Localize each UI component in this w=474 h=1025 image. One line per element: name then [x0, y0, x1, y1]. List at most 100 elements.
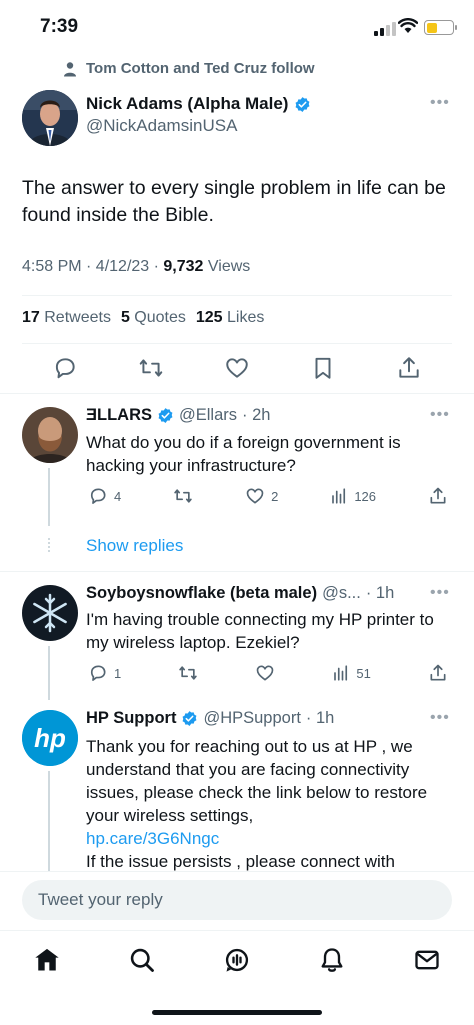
share-icon[interactable]: [428, 663, 448, 683]
quotes-label: Quotes: [129, 309, 186, 326]
more-options-icon[interactable]: •••: [430, 709, 450, 727]
likes-count: 125: [195, 309, 223, 326]
tweet-stats: 17 Retweets 5 Quotes 125 Likes: [22, 309, 264, 327]
reply-text-block: Thank you for reaching out to us at HP ,…: [86, 735, 456, 871]
more-options-icon[interactable]: •••: [430, 406, 450, 424]
reply-icon: [90, 665, 106, 681]
retweets-stat[interactable]: 17 Retweets: [22, 309, 111, 327]
reply-count: 1: [114, 665, 122, 681]
reply-icon[interactable]: [52, 355, 78, 381]
reply-compose-input[interactable]: Tweet your reply: [22, 880, 452, 920]
retweet-icon: [179, 666, 198, 680]
avatar-nick-adams[interactable]: [22, 90, 78, 146]
reply-author-name[interactable]: Soyboysnowflake (beta male): [86, 584, 317, 603]
views-icon: [332, 488, 346, 504]
quotes-count: 5: [120, 309, 130, 326]
more-options-icon[interactable]: •••: [430, 584, 450, 602]
view-count: 51: [356, 665, 371, 681]
author-handle[interactable]: @NickAdamsinUSA: [86, 116, 311, 136]
views-button[interactable]: 126: [330, 486, 376, 506]
wifi-icon: [398, 18, 418, 33]
tweet-timestamp[interactable]: 4:58 PM · 4/12/23 ·: [22, 258, 163, 275]
view-count: 126: [354, 488, 377, 504]
divider: [0, 871, 474, 872]
likes-stat[interactable]: 125 Likes: [196, 309, 265, 327]
likes-label: Likes: [222, 309, 265, 326]
tweet-action-bar: [22, 355, 452, 381]
share-icon[interactable]: [396, 355, 422, 381]
person-icon: [64, 61, 76, 76]
like-icon[interactable]: [224, 355, 250, 381]
verified-badge-icon: [158, 408, 173, 423]
search-icon[interactable]: [128, 946, 156, 974]
retweet-button[interactable]: [178, 663, 198, 683]
thread-line: [48, 468, 50, 526]
views-count: 9,732: [163, 258, 204, 275]
tweet-meta: 4:58 PM · 4/12/23 · 9,732 Views: [22, 258, 250, 276]
divider: [22, 343, 452, 344]
divider: [22, 295, 452, 296]
svg-text:hp: hp: [34, 723, 66, 753]
bottom-tab-bar: [0, 930, 474, 990]
home-indicator: [152, 1010, 322, 1015]
bookmark-icon[interactable]: [310, 355, 336, 381]
views-icon: [334, 665, 348, 681]
retweet-button[interactable]: [173, 486, 193, 506]
reply-time: · 1h: [365, 584, 395, 602]
thread-line: [48, 771, 50, 871]
reply-author-name[interactable]: HP Support: [86, 709, 176, 728]
status-time: 7:39: [40, 16, 79, 37]
retweet-icon[interactable]: [138, 355, 164, 381]
quotes-stat[interactable]: 5 Quotes: [121, 309, 186, 327]
compose-placeholder: Tweet your reply: [38, 890, 163, 909]
retweet-icon: [174, 489, 192, 503]
reply-author-handle[interactable]: @s...: [322, 584, 361, 603]
like-count: 2: [271, 488, 279, 504]
more-options-icon[interactable]: •••: [430, 94, 450, 112]
reply-button[interactable]: 1: [88, 663, 121, 683]
reply-text-continued: If the issue persists , please connect w…: [86, 852, 395, 871]
reply-text: Thank you for reaching out to us at HP ,…: [86, 737, 428, 825]
notifications-icon[interactable]: [318, 946, 346, 974]
author-name[interactable]: Nick Adams (Alpha Male): [86, 94, 288, 114]
avatar-hp-support[interactable]: hp: [22, 710, 78, 766]
social-context-text: Tom Cotton and Ted Cruz follow: [86, 60, 315, 77]
reply-count: 4: [114, 488, 122, 504]
avatar-soyboysnowflake[interactable]: [22, 585, 78, 641]
thread-dots: [48, 538, 50, 552]
reply-author-handle[interactable]: @Ellars: [179, 406, 237, 425]
tweet-text: The answer to every single problem in li…: [22, 177, 446, 226]
reply-icon: [90, 488, 106, 504]
spaces-icon[interactable]: [223, 946, 251, 974]
home-icon[interactable]: [33, 946, 61, 974]
thread-line: [48, 646, 50, 700]
divider: [0, 393, 474, 394]
reply-link[interactable]: hp.care/3G6Nngc: [86, 829, 219, 848]
reply-text: What do you do if a foreign government i…: [86, 433, 401, 475]
verified-badge-icon: [296, 96, 310, 112]
like-button[interactable]: [255, 663, 275, 683]
like-button[interactable]: 2: [245, 486, 278, 506]
share-icon[interactable]: [428, 486, 448, 506]
divider: [0, 571, 474, 572]
reply-text: I'm having trouble connecting my HP prin…: [86, 610, 434, 652]
like-icon: [257, 665, 274, 681]
messages-icon[interactable]: [413, 946, 441, 974]
reply-button[interactable]: 4: [88, 486, 121, 506]
verified-badge-icon: [183, 711, 197, 726]
reply-author-name[interactable]: ƎLLARS: [86, 406, 152, 425]
reply-time: · 1h: [305, 709, 335, 727]
reply-time: · 2h: [242, 406, 271, 424]
show-replies-link[interactable]: Show replies: [86, 536, 183, 556]
retweets-label: Retweets: [39, 309, 111, 326]
battery-icon: [424, 20, 457, 35]
reply-author-handle[interactable]: @HPSupport: [203, 709, 300, 728]
social-context: Tom Cotton and Ted Cruz follow: [62, 60, 315, 77]
status-bar: 7:39: [0, 0, 474, 56]
signal-icon: [374, 22, 396, 36]
retweets-count: 17: [22, 309, 40, 326]
views-button[interactable]: 51: [332, 663, 371, 683]
like-icon: [246, 488, 264, 504]
views-label: Views: [203, 258, 251, 275]
avatar-ellars[interactable]: [22, 407, 78, 463]
